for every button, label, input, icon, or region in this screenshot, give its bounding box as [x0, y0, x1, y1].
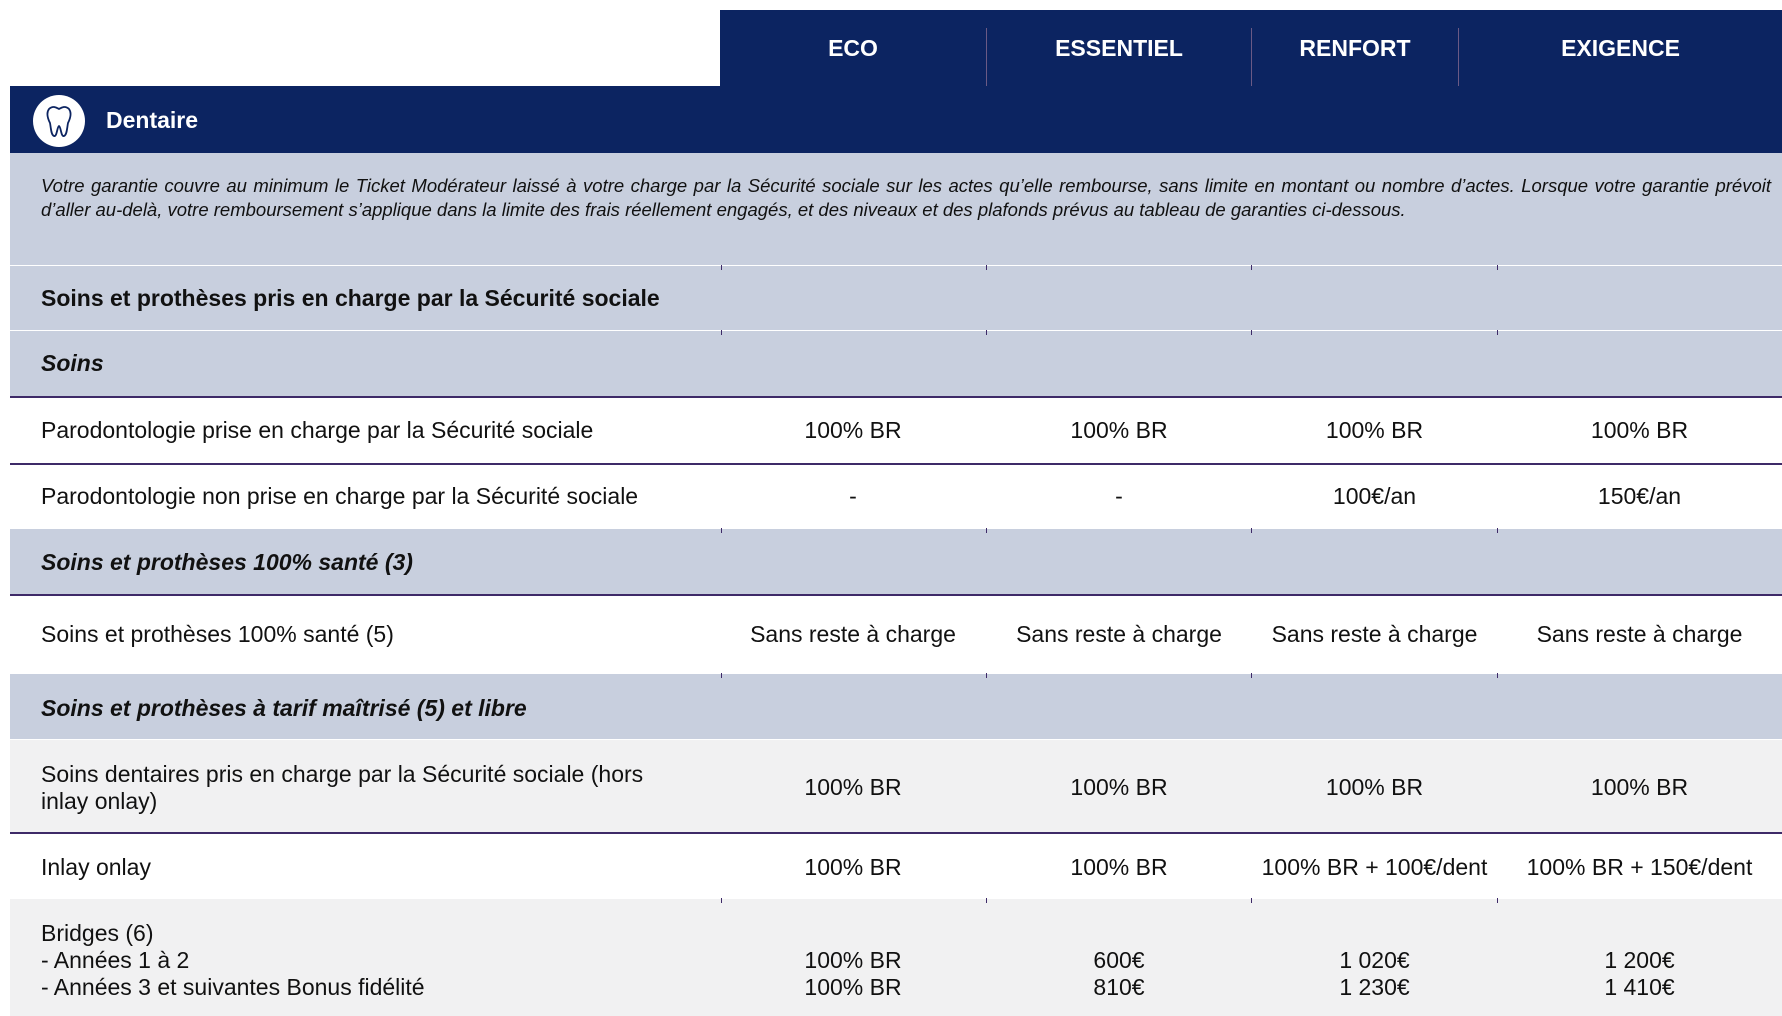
column-tick — [1497, 330, 1498, 335]
column-tick — [721, 898, 722, 903]
column-tick — [1251, 265, 1252, 270]
row-label: Soins dentaires pris en charge par la Sé… — [41, 761, 643, 815]
cell-essentiel: Sans reste à charge — [1016, 621, 1222, 647]
cell-essentiel: 100% BR — [1070, 854, 1168, 880]
column-tick — [721, 265, 722, 270]
column-tick — [1497, 673, 1498, 678]
cell-eco-year3: 100% BR — [804, 974, 902, 1000]
row-label-line: - Années 1 à 2 — [41, 947, 190, 973]
cell-exigence: 150€/an — [1597, 483, 1682, 509]
column-tick — [1497, 898, 1498, 903]
column-tick — [1251, 898, 1252, 903]
column-tick — [1251, 528, 1252, 533]
row-label: Soins et prothèses 100% santé (5) — [41, 621, 394, 647]
row-label: Parodontologie prise en charge par la Sé… — [41, 417, 594, 443]
cell-renfort: 100% BR — [1325, 417, 1424, 443]
column-tick — [986, 265, 987, 270]
cell-renfort: Sans reste à charge — [1271, 621, 1478, 647]
cell-renfort: 100% BR — [1325, 774, 1424, 800]
row-label: Parodontologie non prise en charge par l… — [41, 483, 639, 509]
cell-essentiel: - — [1115, 483, 1123, 509]
cell-eco: 100% BR — [804, 774, 902, 800]
cell-eco: - — [849, 483, 857, 509]
intro-text: Votre garantie couvre au minimum le Tick… — [41, 175, 1771, 220]
cell-renfort: 100€/an — [1332, 483, 1417, 509]
cell-essentiel-year1: 600€ — [1093, 947, 1145, 973]
cell-eco: Sans reste à charge — [750, 621, 956, 647]
section-header — [10, 86, 1782, 153]
section-title: Dentaire — [106, 107, 199, 133]
row-label: Bridges (6) - Années 1 à 2 - Années 3 et… — [41, 920, 425, 1001]
category-title: Soins et prothèses 100% santé (3) — [41, 549, 413, 575]
cell-essentiel: 100% BR — [1070, 774, 1168, 800]
category-band-soins — [10, 331, 1782, 396]
column-tick — [721, 330, 722, 335]
cell-essentiel: 100% BR — [1070, 417, 1168, 443]
cell-eco-year1: 100% BR — [804, 947, 902, 973]
cell-renfort-year3: 1 230€ — [1339, 974, 1410, 1000]
cell-exigence: 100% BR — [1590, 417, 1689, 443]
cell-exigence: 100% BR + 150€/dent — [1526, 854, 1753, 880]
column-tick — [986, 330, 987, 335]
cell-exigence-year3: 1 410€ — [1604, 974, 1675, 1000]
column-tick — [721, 528, 722, 533]
row-label-line: Soins dentaires pris en charge par la Sé… — [41, 761, 644, 787]
column-tick — [721, 673, 722, 678]
row-label-line: inlay onlay) — [41, 788, 158, 814]
row-label-line: - Années 3 et suivantes Bonus fidélité — [41, 974, 425, 1000]
plan-exigence-header: EXIGENCE — [1561, 34, 1680, 61]
row-label: Inlay onlay — [41, 854, 151, 880]
column-tick — [1497, 528, 1498, 533]
cell-exigence-year1: 1 200€ — [1604, 947, 1675, 973]
column-tick — [1497, 265, 1498, 270]
cell-exigence: Sans reste à charge — [1536, 621, 1743, 647]
column-tick — [986, 673, 987, 678]
column-tick — [986, 898, 987, 903]
cell-eco: 100% BR — [804, 417, 902, 443]
cell-renfort-year1: 1 020€ — [1339, 947, 1410, 973]
column-tick — [986, 528, 987, 533]
cell-renfort: 100% BR + 100€/dent — [1261, 854, 1488, 880]
column-tick — [1251, 330, 1252, 335]
cell-essentiel-year3: 810€ — [1093, 974, 1145, 1000]
plan-renfort-header: RENFORT — [1299, 34, 1411, 61]
plan-eco-header: ECO — [828, 34, 878, 61]
tooth-icon — [33, 95, 85, 147]
category-title: Soins et prothèses à tarif maîtrisé (5) … — [41, 695, 527, 721]
plan-essentiel-header: ESSENTIEL — [1055, 34, 1183, 61]
cell-eco: 100% BR — [804, 854, 902, 880]
cell-exigence: 100% BR — [1590, 774, 1689, 800]
category-title: Soins — [41, 350, 104, 376]
row-label-line: Bridges (6) — [41, 920, 154, 946]
subheading: Soins et prothèses pris en charge par la… — [41, 285, 660, 311]
column-tick — [1251, 673, 1252, 678]
